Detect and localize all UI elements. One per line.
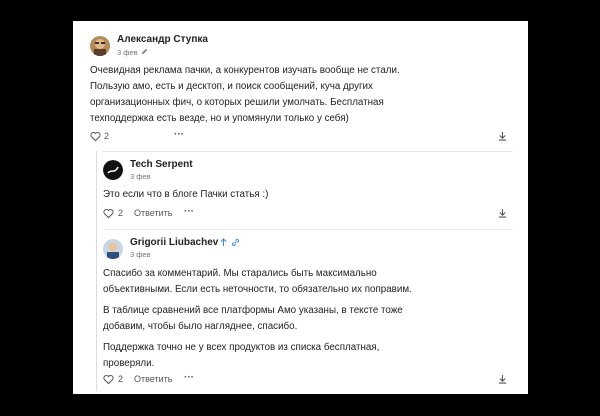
comment-text: Спасибо за комментарий. Мы старались быт… bbox=[103, 266, 508, 372]
like-button[interactable] bbox=[90, 131, 101, 142]
paragraph: В таблице сравнений все платформы Амо ук… bbox=[103, 305, 403, 332]
avatar[interactable] bbox=[90, 36, 110, 56]
like-button[interactable] bbox=[103, 374, 114, 385]
comment-date[interactable]: 3 фев bbox=[117, 48, 138, 57]
arrow-down-icon[interactable] bbox=[498, 131, 507, 141]
pencil-icon bbox=[141, 48, 148, 55]
arrow-down-icon[interactable] bbox=[498, 208, 507, 218]
comment-date[interactable]: 3 фев bbox=[130, 172, 151, 181]
comment-date[interactable]: 3 фев bbox=[130, 250, 151, 259]
comment-actions: 2 Ответить ··· bbox=[103, 372, 513, 388]
comment-author[interactable]: Александр Ступка bbox=[117, 34, 208, 45]
more-button[interactable]: ··· bbox=[184, 206, 194, 217]
like-count: 2 bbox=[118, 208, 124, 218]
like-count: 2 bbox=[104, 131, 110, 141]
arrow-down-icon[interactable] bbox=[498, 374, 507, 384]
comment-author[interactable]: Grigorii Liubachev bbox=[130, 237, 218, 248]
paragraph: Поддержка точно не у всех продуктов из с… bbox=[103, 342, 380, 369]
avatar[interactable] bbox=[103, 239, 123, 259]
comment-actions: 2 ··· bbox=[90, 129, 510, 145]
heart-icon bbox=[103, 375, 114, 385]
avatar[interactable] bbox=[103, 160, 123, 180]
comment-text: Это если что в блоге Пачки статья :) bbox=[103, 189, 269, 200]
thread-line bbox=[96, 151, 97, 391]
reply-button[interactable]: Ответить bbox=[134, 374, 172, 384]
more-button[interactable]: ··· bbox=[174, 129, 184, 140]
divider bbox=[103, 151, 513, 152]
comment-author[interactable]: Tech Serpent bbox=[130, 159, 193, 170]
comments-card: Александр Ступка 3 фев Очевидная реклама… bbox=[73, 21, 528, 394]
like-button[interactable] bbox=[103, 208, 114, 219]
like-count: 2 bbox=[118, 374, 124, 384]
heart-icon bbox=[90, 132, 101, 142]
arrow-up-icon bbox=[220, 238, 227, 247]
link-icon[interactable] bbox=[231, 238, 240, 247]
more-button[interactable]: ··· bbox=[184, 372, 194, 383]
comment-text: Очевидная реклама пачки, а конкурентов и… bbox=[90, 65, 400, 124]
paragraph: Спасибо за комментарий. Мы старались быт… bbox=[103, 268, 412, 295]
heart-icon bbox=[103, 209, 114, 219]
comment-actions: 2 Ответить ··· bbox=[103, 206, 513, 222]
reply-button[interactable]: Ответить bbox=[134, 208, 172, 218]
divider bbox=[103, 229, 513, 230]
